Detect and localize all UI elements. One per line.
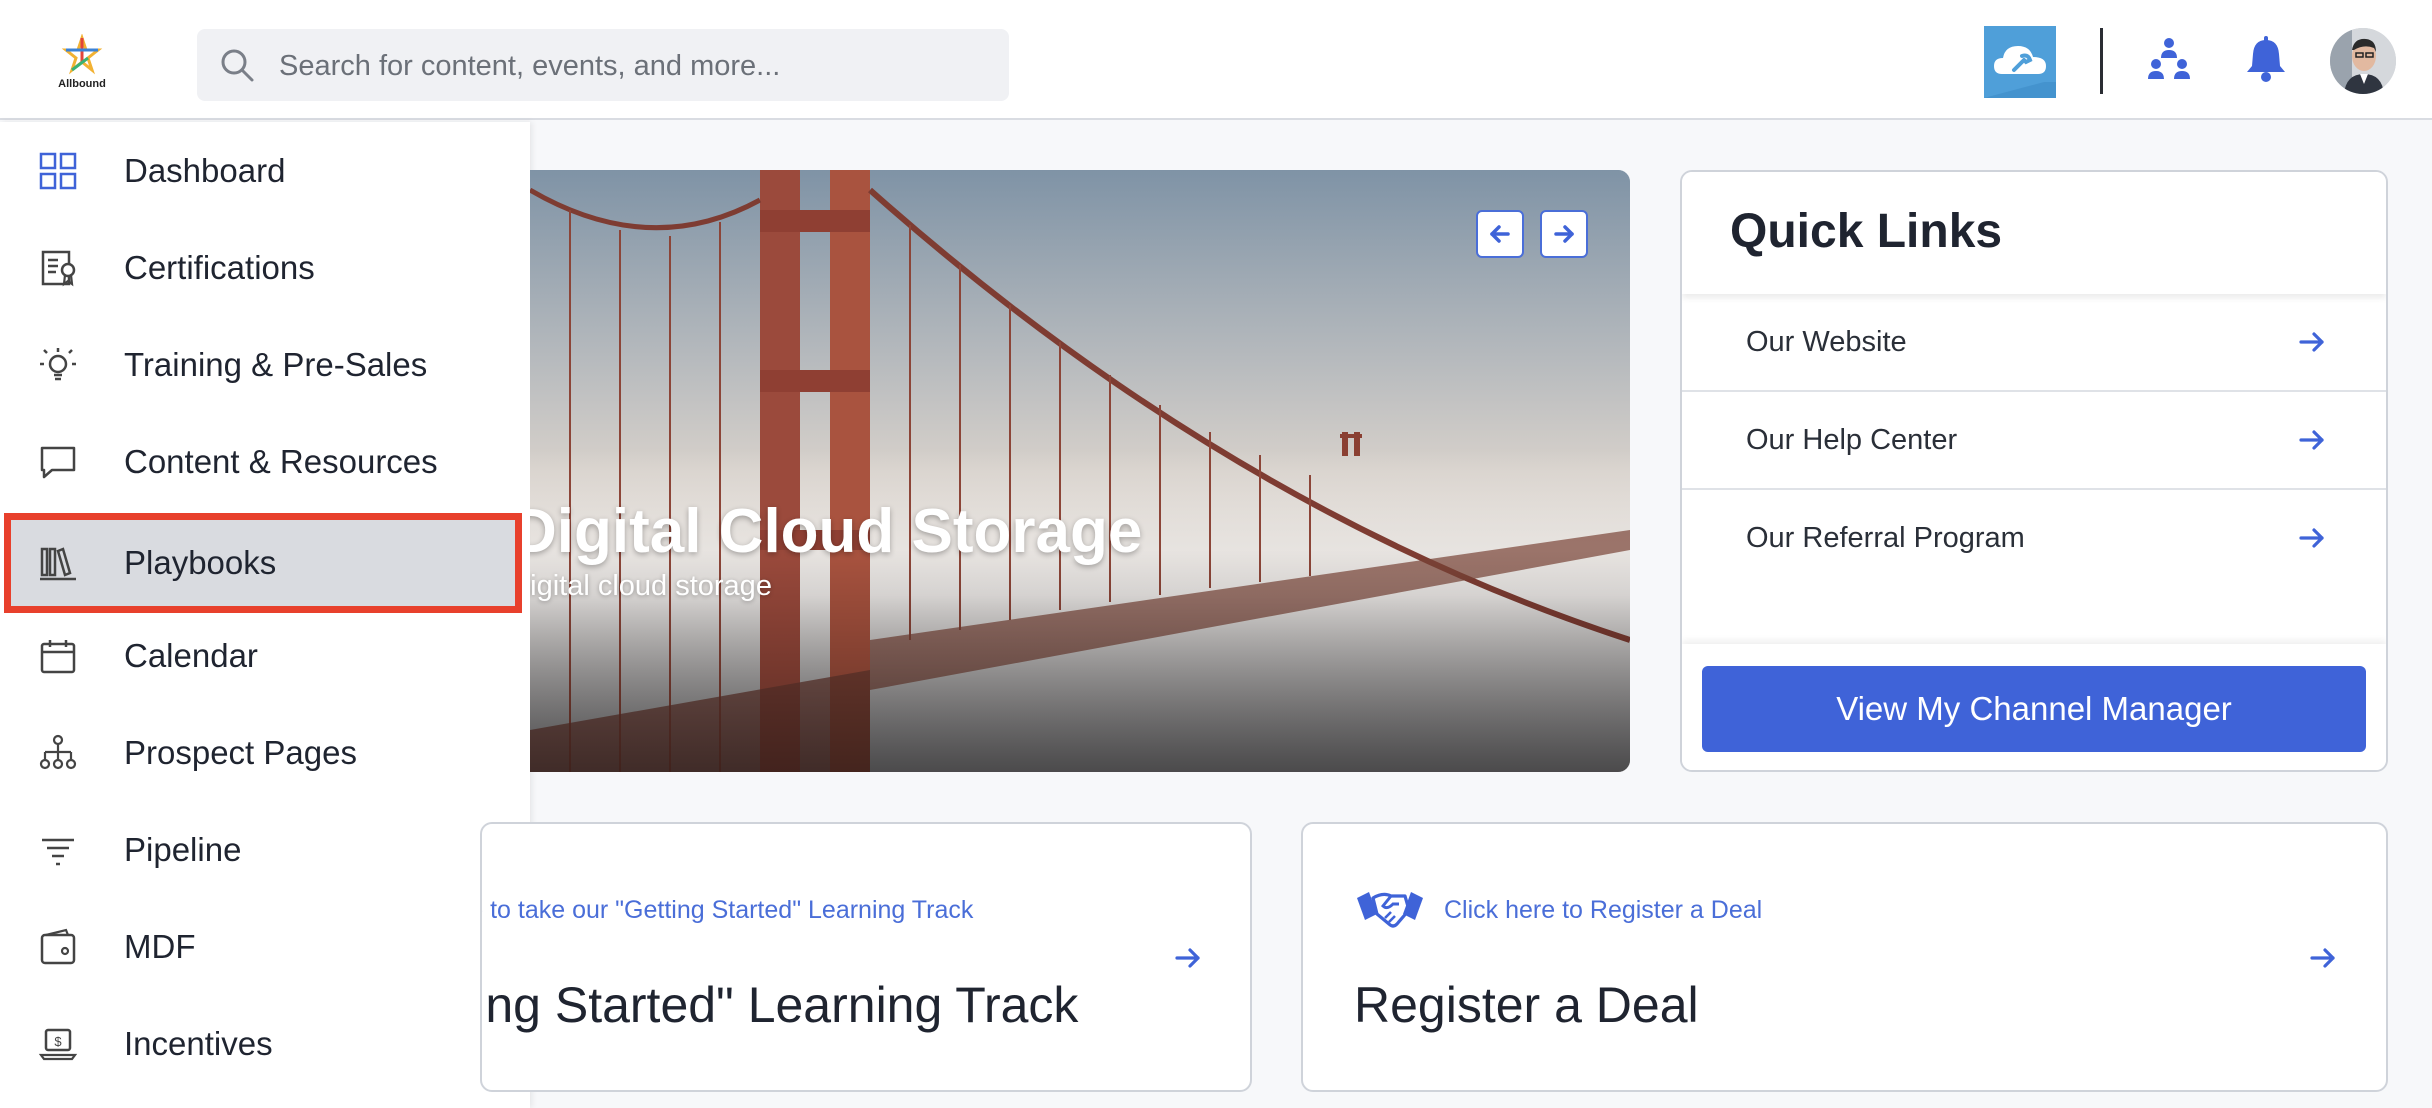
sidebar-item-label: Incentives xyxy=(124,1025,273,1062)
cloud-wrench-icon xyxy=(1984,26,2056,98)
sidebar-item-mdf[interactable]: MDF xyxy=(8,904,518,990)
arrow-right-icon xyxy=(1554,225,1574,243)
handshake-icon xyxy=(1357,892,1423,928)
chat-bubble-icon xyxy=(40,446,76,479)
sidebar-item-label: Certifications xyxy=(124,249,315,286)
sidebar-item-content-resources[interactable]: Content & Resources xyxy=(8,419,518,505)
sidebar-item-label: Content & Resources xyxy=(124,443,438,480)
bridge-photo xyxy=(530,170,1630,772)
register-deal-title: Register a Deal xyxy=(1354,977,1699,1033)
sidebar-item-label: Training & Pre-Sales xyxy=(124,346,428,383)
arrow-right-icon xyxy=(2299,332,2324,352)
search-bar[interactable] xyxy=(197,29,1009,103)
sidebar-item-pipeline[interactable]: Pipeline xyxy=(8,807,518,893)
sidebar-item-label: Prospect Pages xyxy=(124,734,357,771)
sidebar-item-calendar[interactable]: Calendar xyxy=(8,613,518,699)
lightbulb-icon xyxy=(40,348,76,381)
allbound-logo[interactable]: Allbound xyxy=(50,33,114,94)
carousel-next-button[interactable] xyxy=(1540,210,1588,258)
quick-links-footer: View My Channel Manager xyxy=(1682,644,2386,770)
sidebar-item-label: Calendar xyxy=(124,637,258,674)
register-deal-card[interactable]: Click here to Register a Deal Register a… xyxy=(1301,822,2388,1092)
team-icon[interactable] xyxy=(2144,36,2194,86)
sidebar-item-prospect-pages[interactable]: Prospect Pages xyxy=(8,710,518,796)
quick-link-help-center[interactable]: Our Help Center xyxy=(1682,392,2386,490)
learning-track-title: "Getting Started" Learning Track xyxy=(482,977,1079,1033)
header-divider xyxy=(2100,28,2103,94)
sidebar-nav: Dashboard Certifications Training & Pre-… xyxy=(0,122,530,1108)
register-deal-link[interactable]: Click here to Register a Deal xyxy=(1444,896,1762,925)
bell-icon[interactable] xyxy=(2240,34,2292,86)
sidebar-item-label: Dashboard xyxy=(124,152,286,189)
svg-text:$: $ xyxy=(54,1034,62,1049)
wallet-icon xyxy=(40,928,76,965)
quick-link-label: Our Website xyxy=(1746,326,1907,358)
filter-icon xyxy=(42,838,74,866)
sidebar-item-playbooks[interactable]: Playbooks xyxy=(4,513,522,613)
carousel-prev-button[interactable] xyxy=(1476,210,1524,258)
sidebar-item-label: Playbooks xyxy=(124,544,277,581)
library-icon xyxy=(40,547,76,581)
user-avatar[interactable] xyxy=(2330,28,2396,94)
quick-links-header: Quick Links xyxy=(1682,172,2386,294)
learning-track-card[interactable]: Click here to take our "Getting Started"… xyxy=(480,822,1252,1092)
learning-track-link[interactable]: Click here to take our "Getting Started"… xyxy=(482,896,973,925)
quick-links-title: Quick Links xyxy=(1730,205,2003,258)
calendar-icon xyxy=(40,640,76,674)
hero-title: Digital Cloud Storage xyxy=(530,497,1143,566)
sidebar-item-training[interactable]: Training & Pre-Sales xyxy=(8,322,518,408)
hero-subtitle: digital cloud storage xyxy=(530,570,772,602)
logo-text: Allbound xyxy=(58,78,106,90)
arrow-right-icon xyxy=(1175,948,1200,968)
search-icon xyxy=(221,49,254,82)
quick-links-panel: Quick Links Our Website Our Help Center … xyxy=(1680,170,2388,772)
search-input[interactable] xyxy=(277,29,981,103)
sidebar-item-label: Pipeline xyxy=(124,831,242,868)
top-header: Allbound xyxy=(0,0,2432,120)
sidebar-item-dashboard[interactable]: Dashboard xyxy=(8,128,518,214)
hero-carousel[interactable]: Digital Cloud Storage digital cloud stor… xyxy=(530,170,1630,772)
sidebar-item-label: MDF xyxy=(124,928,196,965)
avatar-image xyxy=(2330,28,2396,94)
laptop-dollar-icon: $ xyxy=(38,1028,78,1061)
sidebar-item-incentives[interactable]: $ Incentives xyxy=(8,1001,518,1087)
arrow-right-icon xyxy=(2310,948,2335,968)
certificate-icon xyxy=(41,250,76,287)
quick-link-website[interactable]: Our Website xyxy=(1682,294,2386,392)
quick-link-referral-program[interactable]: Our Referral Program xyxy=(1682,490,2386,586)
hierarchy-icon xyxy=(39,734,77,770)
cloud-storage-button[interactable] xyxy=(1984,26,2056,98)
dashboard-icon xyxy=(39,152,77,190)
sidebar-item-certifications[interactable]: Certifications xyxy=(8,225,518,311)
view-channel-manager-button[interactable]: View My Channel Manager xyxy=(1702,666,2366,752)
arrow-right-icon xyxy=(2299,430,2324,450)
quick-link-label: Our Help Center xyxy=(1746,424,1958,456)
arrow-right-icon xyxy=(2299,528,2324,548)
logo-star-icon xyxy=(61,33,103,75)
quick-link-label: Our Referral Program xyxy=(1746,522,2025,554)
arrow-left-icon xyxy=(1490,225,1510,243)
